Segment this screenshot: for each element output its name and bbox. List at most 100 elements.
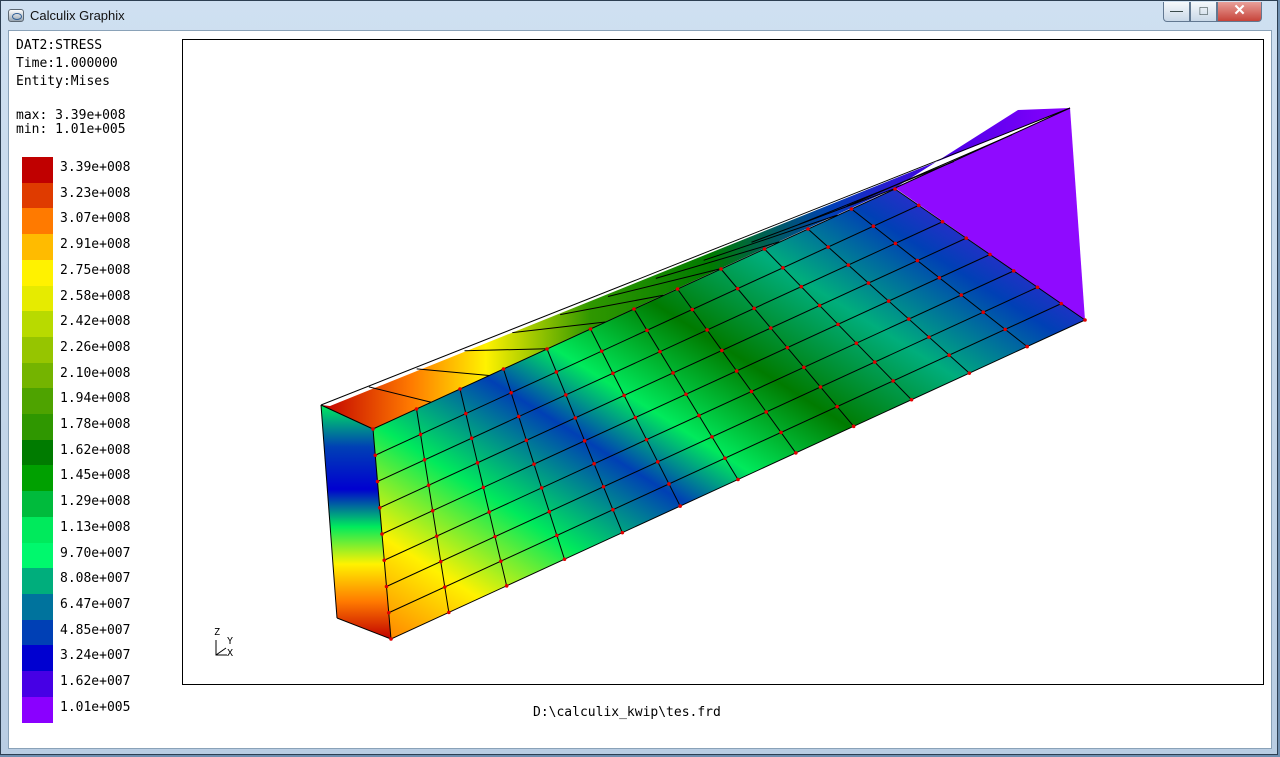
legend-value-label: 2.26e+008 bbox=[60, 339, 131, 355]
mesh-node bbox=[573, 416, 578, 420]
legend-color-swatch bbox=[22, 465, 53, 492]
mesh-node bbox=[675, 287, 680, 291]
mesh-node bbox=[382, 558, 387, 563]
mesh-node bbox=[684, 392, 688, 397]
mesh-node bbox=[854, 341, 859, 346]
mesh-node bbox=[851, 424, 856, 429]
legend-value-label: 1.62e+008 bbox=[60, 442, 131, 458]
mesh-node bbox=[893, 241, 898, 246]
maximize-button[interactable]: □ bbox=[1190, 2, 1217, 22]
mesh-node bbox=[705, 328, 709, 332]
mesh-node bbox=[380, 532, 384, 536]
mesh-node bbox=[720, 348, 724, 353]
mesh-node bbox=[907, 317, 911, 321]
legend-color-swatch bbox=[22, 696, 53, 723]
mesh-node bbox=[794, 451, 798, 455]
legend-color-swatch bbox=[22, 645, 53, 672]
legend-value-label: 1.13e+008 bbox=[60, 519, 131, 535]
axis-z-label: Z bbox=[214, 627, 221, 638]
legend-value-label: 2.58e+008 bbox=[60, 288, 131, 304]
legend-value-label: 4.85e+007 bbox=[60, 622, 131, 638]
mesh-node bbox=[846, 263, 851, 267]
mesh-node bbox=[633, 415, 638, 420]
mesh-node bbox=[697, 413, 701, 418]
mesh-node bbox=[620, 530, 625, 535]
legend-color-swatch bbox=[22, 568, 53, 595]
legend-value-label: 1.29e+008 bbox=[60, 494, 131, 510]
legend-value-label: 6.47e+007 bbox=[60, 596, 131, 612]
mesh-node bbox=[524, 438, 529, 443]
mesh-render[interactable] bbox=[183, 40, 1264, 685]
legend-value-label: 3.07e+008 bbox=[60, 211, 131, 227]
mesh-node bbox=[835, 404, 839, 409]
mesh-node bbox=[509, 390, 513, 395]
mesh-node bbox=[988, 252, 992, 257]
calculix-window: Calculix Graphix — □ ✕ DAT2:STRESS Time:… bbox=[0, 0, 1278, 755]
legend-value-label: 2.42e+008 bbox=[60, 314, 131, 330]
mesh-node bbox=[611, 371, 615, 376]
title-bar[interactable]: Calculix Graphix — □ ✕ bbox=[1, 1, 1277, 30]
mesh-node bbox=[588, 327, 593, 331]
mesh-node bbox=[818, 385, 823, 389]
mesh-node bbox=[377, 505, 382, 510]
legend-color-swatch bbox=[22, 157, 53, 183]
mesh-node bbox=[762, 247, 767, 251]
dataset-label: DAT2:STRESS bbox=[16, 38, 103, 53]
3d-viewport[interactable]: Z Y X bbox=[182, 39, 1264, 685]
mesh-node bbox=[981, 310, 986, 314]
mesh-node bbox=[475, 461, 480, 465]
mesh-node bbox=[749, 389, 754, 394]
legend-color-swatch bbox=[22, 285, 53, 312]
mesh-node bbox=[426, 483, 431, 488]
mesh-node bbox=[909, 397, 914, 402]
mesh-node bbox=[806, 227, 810, 231]
mesh-node bbox=[723, 456, 727, 460]
legend-value-label: 1.78e+008 bbox=[60, 417, 131, 432]
mesh-node bbox=[836, 322, 840, 327]
mesh-node bbox=[545, 347, 549, 351]
mesh-node bbox=[386, 610, 391, 615]
mesh-node bbox=[849, 207, 854, 211]
mesh-node bbox=[418, 432, 423, 437]
legend-color-swatch bbox=[22, 388, 53, 415]
legend-value-label: 8.08e+007 bbox=[60, 571, 131, 587]
mesh-node bbox=[734, 369, 739, 373]
mesh-node bbox=[915, 258, 920, 263]
mesh-node bbox=[644, 437, 649, 442]
minimize-button[interactable]: — bbox=[1163, 2, 1190, 22]
mesh-node bbox=[384, 584, 389, 589]
mesh-node bbox=[752, 306, 756, 311]
window-title: Calculix Graphix bbox=[30, 8, 125, 23]
mesh-node bbox=[442, 585, 447, 589]
mesh-node bbox=[447, 610, 451, 615]
mesh-node bbox=[430, 508, 435, 513]
mesh-node bbox=[940, 219, 945, 224]
mesh-node bbox=[826, 245, 830, 249]
mesh-node bbox=[434, 534, 439, 538]
mesh-node bbox=[464, 411, 468, 416]
min-label: min: 1.01e+005 bbox=[16, 122, 126, 137]
mesh-node bbox=[539, 486, 544, 490]
legend-value-label: 1.45e+008 bbox=[60, 468, 131, 484]
entity-label: Entity:Mises bbox=[16, 74, 110, 89]
legend-value-label: 1.62e+007 bbox=[60, 674, 131, 689]
legend-value-label: 9.70e+007 bbox=[60, 545, 131, 561]
legend-color-swatch bbox=[22, 208, 53, 235]
mesh-node bbox=[601, 484, 606, 489]
mesh-node bbox=[611, 507, 615, 512]
mesh-node bbox=[710, 435, 714, 439]
mesh-node bbox=[373, 453, 378, 458]
graphics-client-area[interactable]: DAT2:STRESS Time:1.000000 Entity:Mises m… bbox=[8, 30, 1272, 749]
legend-value-label: 1.94e+008 bbox=[60, 391, 131, 407]
legend-color-swatch bbox=[22, 234, 53, 261]
legend-value-label: 3.39e+008 bbox=[60, 160, 131, 175]
calculix-app-icon[interactable] bbox=[8, 9, 24, 22]
mesh-node bbox=[504, 584, 509, 588]
mesh-node bbox=[438, 559, 443, 564]
close-button[interactable]: ✕ bbox=[1217, 2, 1262, 22]
legend-color-swatch bbox=[22, 259, 53, 286]
mesh-node bbox=[866, 281, 871, 285]
mesh-node bbox=[967, 371, 972, 375]
legend-value-label: 3.24e+007 bbox=[60, 648, 131, 664]
legend-color-swatch bbox=[22, 542, 53, 569]
